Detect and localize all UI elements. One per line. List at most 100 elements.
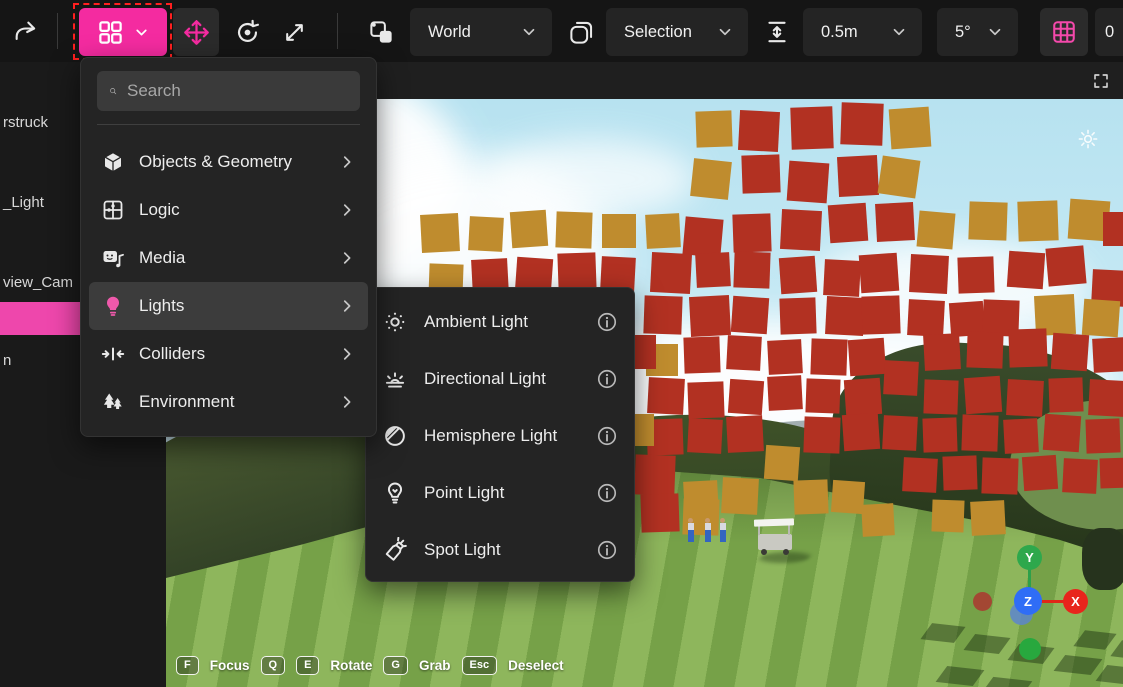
floating-square [825, 296, 865, 336]
directional-light-icon [382, 366, 408, 392]
submenu-item-label: Point Light [424, 483, 596, 503]
hint-key: Esc [462, 656, 498, 675]
floating-square [683, 336, 720, 373]
chevron-right-icon [338, 153, 356, 171]
info-icon[interactable] [596, 539, 618, 561]
gizmo-y-handle[interactable]: Y [1017, 545, 1042, 570]
floating-square [643, 295, 682, 334]
chevron-down-icon [133, 24, 150, 41]
npc-legs [688, 530, 694, 542]
grid-toggle-button[interactable] [1040, 8, 1088, 56]
floating-square [844, 378, 882, 416]
cart-wheel [761, 549, 767, 555]
submenu-item-spot-light[interactable]: Spot Light [376, 521, 624, 578]
floating-square [1085, 418, 1120, 453]
rotation-snap-label: 5° [955, 23, 971, 42]
hierarchy-item[interactable]: _Light [3, 194, 44, 211]
floating-square [647, 377, 685, 415]
floating-square [861, 295, 900, 334]
hint-key: Q [261, 656, 286, 675]
snap-button[interactable] [558, 8, 604, 56]
redo-button[interactable] [4, 8, 48, 56]
gear-icon[interactable] [1077, 128, 1099, 150]
floating-square [1043, 414, 1081, 452]
npc-figure [687, 518, 694, 542]
floating-square [690, 158, 732, 200]
build-menu-button[interactable] [79, 8, 167, 56]
floating-square [942, 455, 977, 490]
chevron-down-icon [986, 23, 1004, 41]
hierarchy-item[interactable]: rstruck [3, 114, 48, 131]
hint-label: Rotate [330, 658, 372, 673]
npc-figure [719, 518, 726, 542]
info-icon[interactable] [596, 482, 618, 504]
floating-square [780, 209, 822, 251]
hierarchy-item[interactable]: view_Cam [3, 274, 73, 291]
menu-item-label: Media [139, 248, 338, 268]
selection-dropdown[interactable]: Selection [606, 8, 748, 56]
floating-square [810, 338, 847, 375]
world-dropdown[interactable]: World [410, 8, 552, 56]
npc-torso [688, 523, 694, 530]
menu-item-objects-geometry[interactable]: Objects & Geometry [89, 138, 368, 186]
menu-item-colliders[interactable]: Colliders [89, 330, 368, 378]
hierarchy-item[interactable]: n [3, 352, 11, 369]
floating-square [420, 213, 460, 253]
submenu-item-label: Hemisphere Light [424, 426, 596, 446]
floating-square [779, 256, 817, 294]
floating-square [1103, 212, 1123, 246]
redo-icon [12, 18, 40, 46]
menu-item-environment[interactable]: Environment [89, 378, 368, 426]
snap-icon [568, 19, 595, 46]
chevron-right-icon [338, 297, 356, 315]
info-icon[interactable] [596, 368, 618, 390]
menu-item-media[interactable]: Media [89, 234, 368, 282]
duplicate-button[interactable] [358, 8, 404, 56]
info-icon[interactable] [596, 311, 618, 333]
floating-square [923, 379, 958, 414]
submenu-item-hemisphere-light[interactable]: Hemisphere Light [376, 407, 624, 464]
floating-square [650, 252, 692, 294]
gizmo-neg-x-handle[interactable] [973, 592, 992, 611]
spot-light-icon [382, 537, 408, 563]
build-menu-panel: Objects & GeometryLogic Media Lights Collid… [80, 57, 377, 437]
search-input[interactable] [127, 81, 348, 101]
floating-square [878, 156, 921, 199]
floating-square [1006, 379, 1044, 417]
submenu-item-directional-light[interactable]: Directional Light [376, 350, 624, 407]
floating-square [687, 381, 724, 418]
scale-tool-button[interactable] [272, 8, 316, 56]
chevron-down-icon [890, 23, 908, 41]
fit-height-button[interactable] [756, 8, 798, 56]
info-icon[interactable] [596, 425, 618, 447]
submenu-item-point-light[interactable]: Point Light [376, 464, 624, 521]
rotation-snap-dropdown[interactable]: 5° [937, 8, 1018, 56]
menu-item-label: Colliders [139, 344, 338, 364]
floating-square [1092, 337, 1123, 373]
gizmo-neg-y-handle[interactable] [1019, 638, 1041, 660]
cart-roof [754, 518, 794, 526]
floating-square [957, 256, 994, 293]
floating-square [964, 376, 1002, 414]
gizmo-z-handle[interactable]: Z [1014, 587, 1042, 615]
menu-item-logic[interactable]: Logic [89, 186, 368, 234]
grid-size-dropdown[interactable]: 0.5m [803, 8, 922, 56]
floating-square [902, 457, 938, 493]
fullscreen-icon[interactable] [1092, 72, 1110, 90]
floating-square [779, 297, 816, 334]
floating-square [468, 216, 504, 252]
rotate-tool-button[interactable] [224, 8, 270, 56]
search-box[interactable] [97, 71, 360, 111]
submenu-item-ambient-light[interactable]: Ambient Light [376, 293, 624, 350]
overflow-dropdown[interactable]: 0 [1095, 8, 1123, 56]
move-tool-button[interactable] [173, 8, 219, 56]
toolbar-separator [337, 13, 338, 49]
npc-torso [705, 523, 711, 530]
floating-square [555, 211, 592, 248]
floating-square [726, 415, 764, 453]
floating-square [1007, 251, 1045, 289]
gizmo-x-handle[interactable]: X [1063, 589, 1088, 614]
floating-square [741, 154, 780, 193]
menu-item-lights[interactable]: Lights [89, 282, 368, 330]
top-toolbar: World Selection 0.5m 5° 0 [0, 0, 1123, 62]
